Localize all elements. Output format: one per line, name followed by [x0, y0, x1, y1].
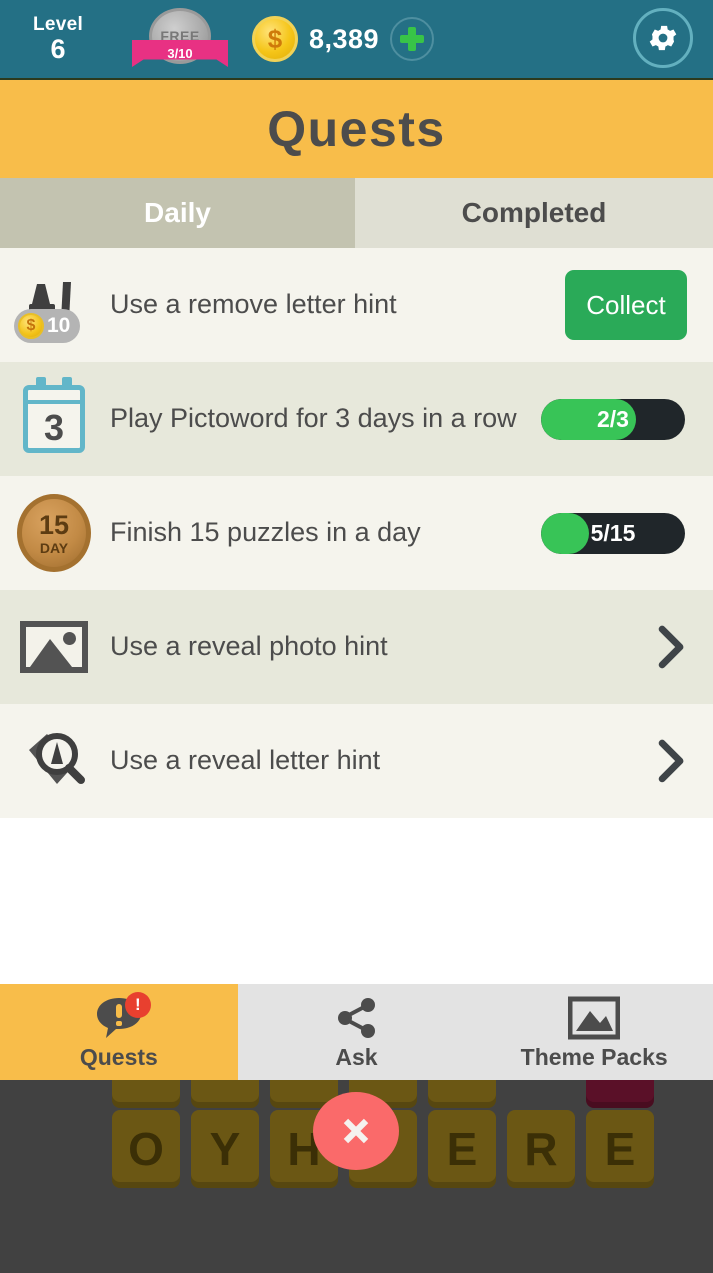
quest-row[interactable]: Use a reveal letter hint [0, 704, 713, 818]
nav-label: Theme Packs [520, 1043, 668, 1070]
notification-badge: ! [124, 991, 151, 1018]
nav-item-ask[interactable]: Ask [238, 984, 476, 1080]
collect-button[interactable]: Collect [565, 270, 687, 340]
quest-row[interactable]: 15 DAY Finish 15 puzzles in a day 5/15 [0, 476, 713, 590]
plus-icon [400, 27, 425, 51]
nav-label: Ask [335, 1043, 378, 1070]
reveal-letter-icon [12, 719, 96, 803]
quest-list: $ 10 Use a remove letter hint Collect 3 … [0, 248, 713, 818]
free-coin-button[interactable]: FREE 3/10 [132, 4, 228, 74]
letter-tile[interactable]: E [586, 1110, 654, 1188]
photo-graphic [20, 621, 88, 673]
progress-label: 2/3 [597, 405, 629, 432]
level-display: Level 6 [22, 13, 94, 64]
calendar-icon: 3 [12, 377, 96, 461]
level-value: 6 [50, 33, 66, 64]
progress-bar: 2/3 [541, 398, 685, 440]
close-button[interactable] [313, 1092, 399, 1170]
coin-icon: $ [252, 16, 298, 62]
quest-row[interactable]: Use a reveal photo hint [0, 590, 713, 704]
nav-item-theme-packs[interactable]: Theme Packs [475, 984, 713, 1080]
settings-button[interactable] [633, 8, 693, 68]
status-bar: Level 6 FREE 3/10 $ 8,389 [0, 0, 713, 78]
gear-icon [649, 25, 677, 51]
calendar-graphic: 3 [23, 377, 85, 453]
reward-badge: $ 10 [14, 309, 81, 343]
quest-row[interactable]: 3 Play Pictoword for 3 days in a row 2/3 [0, 362, 713, 476]
progress-label: 5/15 [590, 519, 636, 546]
letter-tile[interactable]: Y [191, 1110, 259, 1188]
tab-daily[interactable]: Daily [0, 178, 355, 248]
sun-shape [63, 632, 76, 645]
medal-number: 15 [38, 509, 70, 540]
quest-bubble-icon: ! [95, 991, 151, 1042]
chevron-right-icon[interactable] [639, 625, 699, 669]
coin-count: 8,389 [309, 23, 380, 54]
tab-completed[interactable]: Completed [355, 178, 713, 248]
medal-graphic: 15 DAY [17, 494, 91, 572]
calendar-header-bar [28, 400, 80, 404]
medal-sublabel: DAY [39, 539, 69, 556]
nav-item-quests[interactable]: ! Quests [0, 984, 238, 1080]
coin-counter: $ 8,389 [252, 16, 435, 62]
share-icon [335, 994, 379, 1042]
app-screen: O Y H E R E Level 6 FREE 3/10 $ 8,389 Qu… [0, 0, 713, 1273]
page-title-bar: Quests [0, 78, 713, 178]
tab-bar: Daily Completed [0, 178, 713, 248]
bottom-navigation: ! Quests Ask Theme Packs [0, 984, 713, 1080]
letter-tile[interactable]: R [507, 1110, 575, 1188]
nav-label: Quests [79, 1043, 158, 1070]
quest-title: Use a remove letter hint [110, 289, 397, 320]
quest-title: Play Pictoword for 3 days in a row [110, 403, 517, 434]
letter-tile[interactable]: E [428, 1110, 496, 1188]
progress-bar: 5/15 [541, 512, 685, 554]
quests-panel: Level 6 FREE 3/10 $ 8,389 Quests Daily C… [0, 0, 713, 1080]
letter-tile[interactable]: O [112, 1110, 180, 1188]
magnifier-letter-graphic [17, 724, 91, 798]
quest-title: Use a reveal letter hint [110, 745, 381, 776]
quest-title: Use a reveal photo hint [110, 631, 388, 662]
add-coins-button[interactable] [390, 17, 435, 61]
quest-row[interactable]: $ 10 Use a remove letter hint Collect [0, 248, 713, 362]
photo-icon [12, 605, 96, 689]
quest-title: Finish 15 puzzles in a day [110, 517, 421, 548]
chevron-right-icon[interactable] [639, 739, 699, 783]
page-title: Quests [267, 101, 446, 157]
level-label: Level [32, 13, 84, 35]
image-icon [568, 994, 621, 1042]
reward-amount: 10 [47, 314, 71, 337]
close-x-icon [343, 1118, 369, 1144]
coin-icon: $ [18, 313, 44, 339]
medal-icon: 15 DAY [12, 491, 96, 575]
empty-list-area [0, 818, 713, 984]
calendar-day-number: 3 [43, 407, 65, 448]
remove-letter-icon: $ 10 [12, 263, 96, 347]
